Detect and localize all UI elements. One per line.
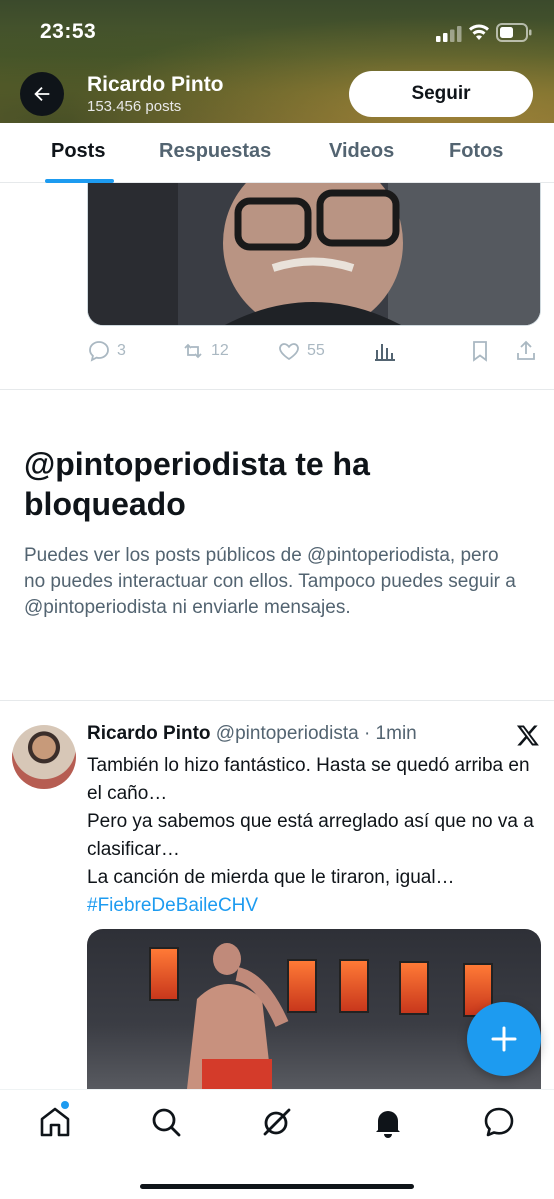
search-icon[interactable] — [148, 1104, 184, 1140]
follow-button[interactable]: Seguir — [349, 71, 533, 117]
tweet-photo — [88, 183, 540, 325]
divider — [0, 389, 554, 390]
profile-tabs: Posts Respuestas Videos Fotos — [0, 123, 554, 183]
retweet-action[interactable]: 12 — [181, 336, 229, 366]
cellular-signal-icon — [436, 26, 462, 42]
tab-videos[interactable]: Videos — [329, 140, 394, 163]
wifi-icon — [469, 24, 489, 40]
share-icon — [517, 340, 535, 360]
share-action[interactable] — [514, 336, 538, 366]
divider — [0, 700, 554, 701]
tweet-author-handle[interactable]: @pintoperiodista — [216, 723, 359, 744]
reply-count: 3 — [117, 342, 126, 359]
profile-name: Ricardo Pinto — [87, 73, 224, 96]
tweet-line: Pero ya sabemos que está arreglado así q… — [87, 811, 534, 860]
reply-action[interactable]: 3 — [87, 336, 126, 366]
grok-icon[interactable] — [259, 1104, 295, 1140]
heart-icon — [279, 343, 299, 361]
blocked-description: Puedes ver los posts públicos de @pintop… — [24, 545, 516, 618]
compose-button[interactable] — [467, 1002, 541, 1076]
retweet-count: 12 — [211, 342, 229, 359]
tweet-line: También lo hizo fantástico. Hasta se que… — [87, 755, 530, 804]
tab-replies[interactable]: Respuestas — [159, 140, 271, 163]
blocked-title: @pintoperiodista te ha bloqueado — [24, 446, 370, 522]
like-action[interactable]: 55 — [277, 336, 325, 366]
tweet-actions: 3 12 55 — [87, 336, 547, 366]
analytics-icon — [375, 344, 395, 361]
notifications-icon[interactable] — [370, 1104, 406, 1140]
back-button[interactable] — [20, 72, 64, 116]
plus-icon — [491, 1026, 517, 1052]
retweet-icon — [184, 343, 202, 359]
x-logo-icon — [516, 725, 539, 746]
views-action[interactable] — [373, 336, 397, 366]
bottom-nav — [0, 1089, 554, 1199]
profile-header: 23:53 Ricardo Pinto 153.456 posts Seguir — [0, 0, 554, 123]
bookmark-action[interactable] — [468, 336, 492, 366]
bookmark-icon — [473, 341, 487, 362]
like-count: 55 — [307, 342, 325, 359]
tweet-video[interactable] — [87, 929, 541, 1089]
dancer-figure — [187, 943, 289, 1089]
arrow-left-icon — [34, 86, 50, 102]
battery-icon — [496, 23, 532, 42]
avatar[interactable] — [12, 725, 76, 789]
tab-photos[interactable]: Fotos — [449, 140, 503, 163]
profile-posts-count: 153.456 posts — [87, 98, 182, 115]
tweet-header: Ricardo Pinto @pintoperiodista · 1min — [87, 723, 417, 745]
tab-posts[interactable]: Posts — [51, 140, 105, 163]
messages-icon[interactable] — [481, 1104, 517, 1140]
status-time: 23:53 — [40, 20, 97, 43]
tweet-time: · 1min — [363, 723, 417, 744]
reply-icon — [89, 341, 109, 362]
tweet-text: También lo hizo fantástico. Hasta se que… — [87, 752, 537, 920]
tweet-author-name[interactable]: Ricardo Pinto — [87, 723, 211, 744]
tweet-line: La canción de mierda que le tiraron, igu… — [87, 867, 455, 888]
tweet-image[interactable] — [87, 183, 541, 326]
home-icon[interactable] — [37, 1104, 73, 1140]
home-indicator — [140, 1184, 414, 1189]
status-bar: 23:53 — [0, 0, 554, 64]
home-notification-dot — [61, 1101, 69, 1109]
hashtag-link[interactable]: #FiebreDeBaileCHV — [87, 892, 537, 920]
